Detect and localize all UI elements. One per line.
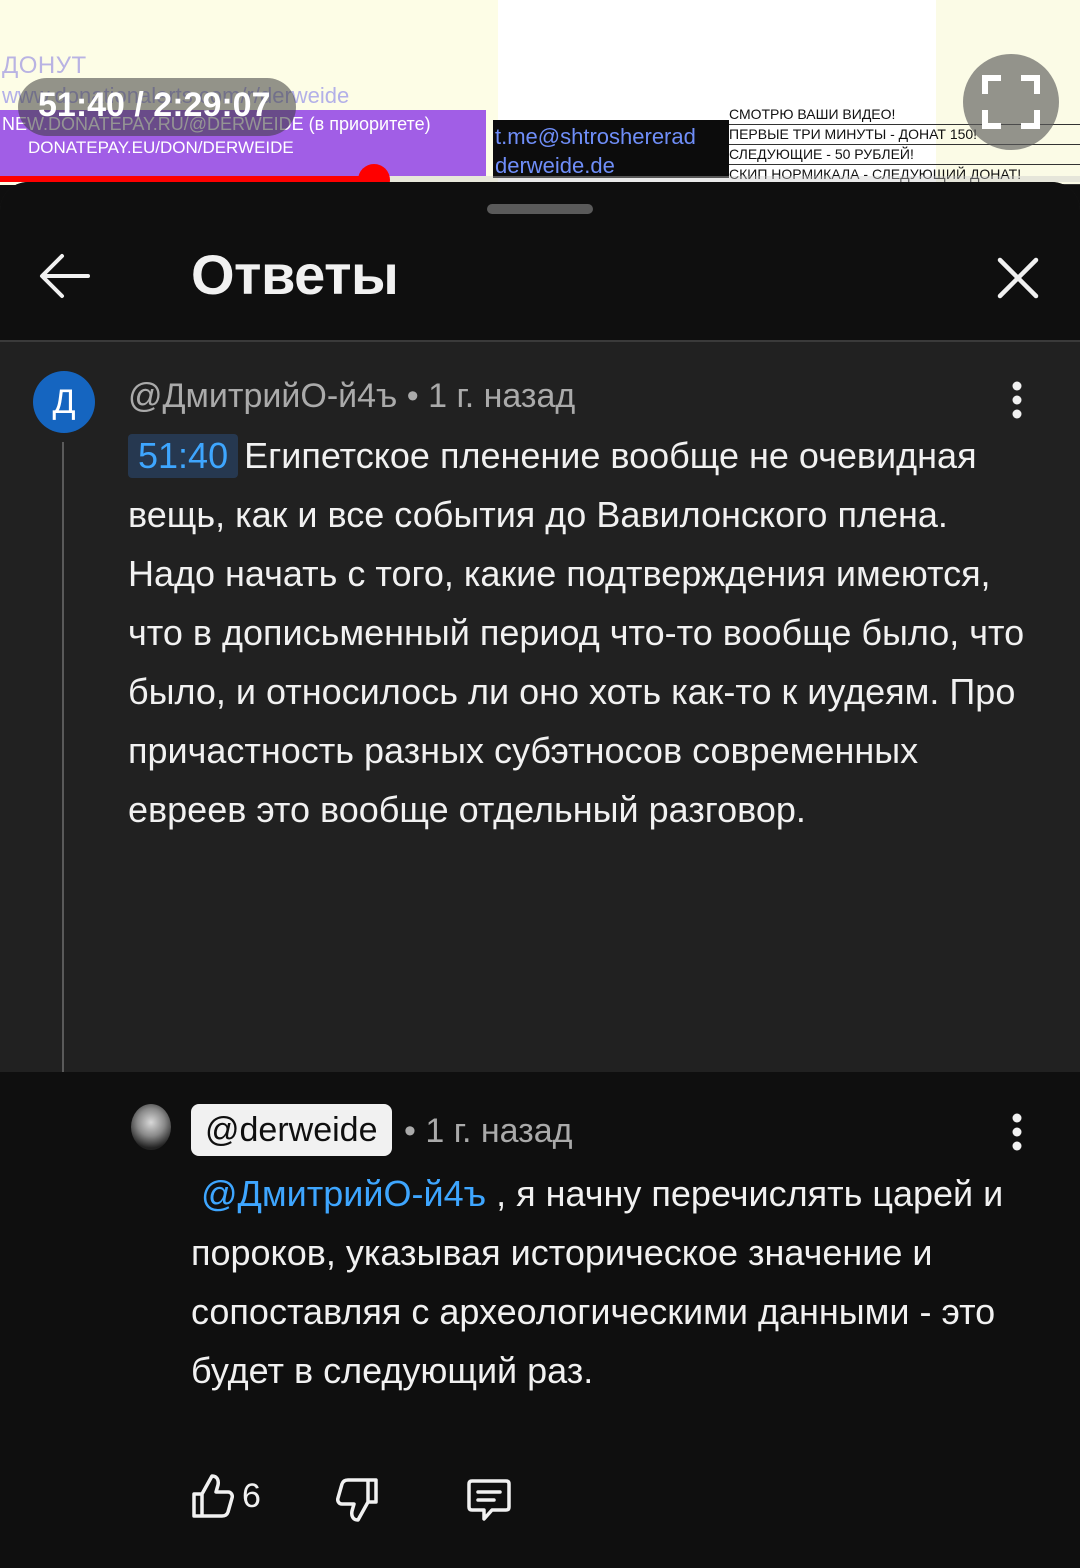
- sheet-header: Ответы: [0, 182, 1080, 342]
- comment-time: 1 г. назад: [425, 1112, 573, 1150]
- comment-meta: • 1 г. назад: [404, 1112, 573, 1151]
- more-vert-icon: [1012, 381, 1022, 419]
- comment-author[interactable]: @ДмитрийО-й4ъ: [128, 377, 397, 415]
- comment-meta: @ДмитрийО-й4ъ • 1 г. назад: [128, 377, 575, 416]
- comment-text: Египетское пленение вообще не очевидная …: [128, 435, 1025, 830]
- page-title: Ответы: [191, 243, 399, 306]
- more-vert-icon: [1012, 1113, 1022, 1151]
- comment-body: @ДмитрийО-й4ъ, я начну перечислять царей…: [191, 1164, 1051, 1400]
- fullscreen-button[interactable]: [963, 54, 1059, 150]
- telegram-contact: t.me@shtroshererad: [495, 124, 696, 149]
- replies-sheet: Ответы Д @ДмитрийО-й4ъ • 1 г. назад 51:4…: [0, 182, 1080, 1568]
- parent-comment: Д @ДмитрийО-й4ъ • 1 г. назад 51:40 Египет…: [0, 342, 1080, 1322]
- timestamp-link[interactable]: 51:40: [128, 434, 239, 478]
- more-options-button[interactable]: [1002, 380, 1032, 424]
- thumb-up-icon: [192, 1474, 234, 1518]
- like-count: 6: [242, 1476, 261, 1515]
- comment-body: 51:40 Египетское пленение вообще не очеви…: [128, 426, 1028, 839]
- video-player[interactable]: ДОНУТ www.donationalerts.com/r/derweide …: [0, 0, 1080, 185]
- drag-handle[interactable]: [487, 204, 593, 214]
- donation-banner-line2: DONATEPAY.EU/DON/DERWEIDE: [28, 138, 294, 157]
- back-button[interactable]: [36, 250, 96, 302]
- video-time: 51:40 / 2:29:07: [38, 86, 271, 124]
- comment-reply-icon: [467, 1479, 511, 1521]
- avatar[interactable]: Д: [33, 371, 95, 433]
- more-options-button[interactable]: [1002, 1112, 1032, 1156]
- like-button[interactable]: 6: [190, 1470, 261, 1522]
- comment-author-chip[interactable]: @derweide: [191, 1104, 392, 1156]
- reply-button[interactable]: [466, 1474, 512, 1526]
- reply-comment: @derweide • 1 г. назад @ДмитрийО-й4ъ, я …: [0, 1072, 1080, 1568]
- comment-time: 1 г. назад: [428, 377, 576, 415]
- dislike-button[interactable]: [336, 1474, 380, 1526]
- avatar[interactable]: [131, 1104, 171, 1150]
- close-button[interactable]: [992, 252, 1044, 304]
- overlay-donut-text: ДОНУТ: [2, 52, 87, 79]
- fullscreen-icon: [982, 75, 1040, 129]
- mention-link[interactable]: @ДмитрийО-й4ъ: [191, 1173, 496, 1214]
- close-icon: [997, 257, 1039, 299]
- thumb-down-icon: [336, 1478, 378, 1522]
- meta-separator: •: [406, 377, 419, 415]
- arrow-left-icon: [40, 254, 90, 298]
- meta-separator: •: [404, 1112, 416, 1150]
